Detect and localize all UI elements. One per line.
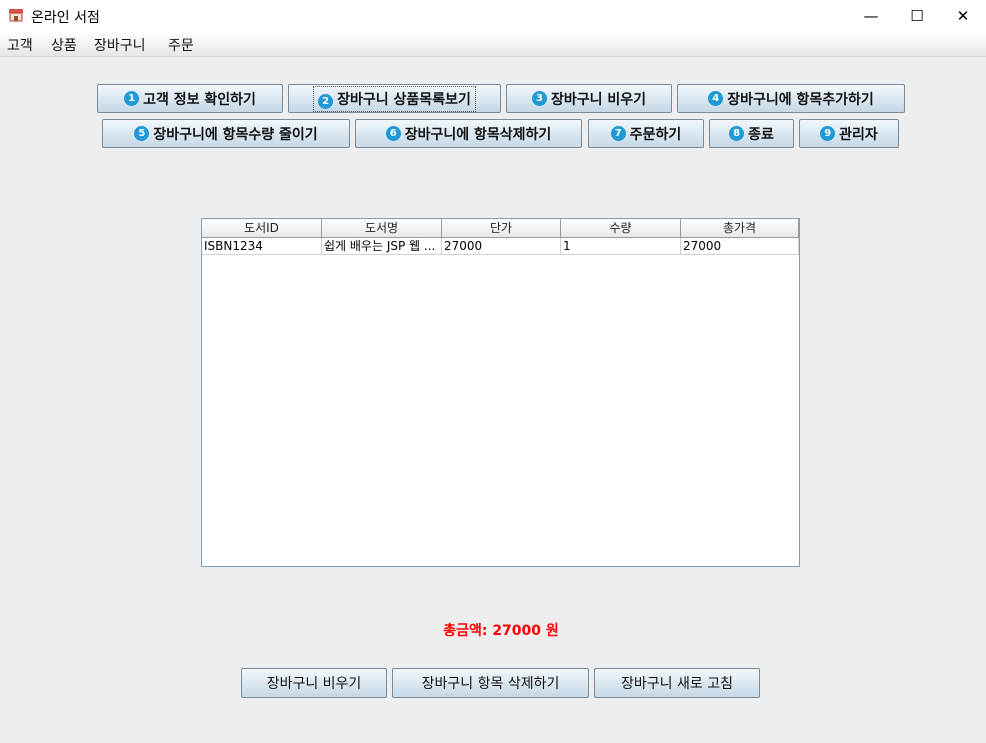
cell-total-price[interactable]: 27000 <box>681 238 799 255</box>
table-row[interactable]: ISBN1234 쉽게 배우는 JSP 웹 ... 27000 1 27000 <box>202 238 799 255</box>
number-4-icon: 4 <box>708 91 724 106</box>
menu-product[interactable]: 상품 <box>51 35 77 55</box>
number-5-icon: 5 <box>134 126 150 141</box>
number-2-icon: 2 <box>318 93 334 109</box>
cart-add-item-button[interactable]: 4 장바구니에 항목추가하기 <box>677 84 905 113</box>
button-label: 관리자 <box>839 126 878 143</box>
button-label: 종료 <box>748 126 774 143</box>
button-label: 고객 정보 확인하기 <box>143 91 256 108</box>
menu-order[interactable]: 주문 <box>168 35 194 55</box>
cart-table[interactable]: 도서ID 도서명 단가 수량 총가격 ISBN1234 쉽게 배우는 JSP 웹… <box>201 218 800 567</box>
button-label: 장바구니 비우기 <box>550 91 647 108</box>
column-header-unit-price[interactable]: 단가 <box>442 219 561 238</box>
exit-button[interactable]: 8 종료 <box>709 119 794 148</box>
delete-cart-item-button[interactable]: 장바구니 항목 삭제하기 <box>392 668 589 698</box>
column-header-book-name[interactable]: 도서명 <box>322 219 442 238</box>
cart-clear-button[interactable]: 3 장바구니 비우기 <box>506 84 672 113</box>
menu-bar: 고객 상품 장바구니 주문 <box>0 32 986 57</box>
cell-book-name[interactable]: 쉽게 배우는 JSP 웹 ... <box>322 238 442 255</box>
cart-remove-item-button[interactable]: 6 장바구니에 항목삭제하기 <box>355 119 582 148</box>
admin-button[interactable]: 9 관리자 <box>799 119 899 148</box>
minimize-button[interactable]: — <box>848 0 894 32</box>
clear-cart-button[interactable]: 장바구니 비우기 <box>241 668 387 698</box>
cart-reduce-quantity-button[interactable]: 5 장바구니에 항목수량 줄이기 <box>102 119 350 148</box>
button-label: 장바구니에 항목삭제하기 <box>404 126 552 143</box>
total-amount: 총금액: 27000 원 <box>443 623 559 639</box>
maximize-button[interactable]: ☐ <box>894 0 940 32</box>
button-focus: 2 장바구니 상품목록보기 <box>313 85 476 112</box>
column-header-quantity[interactable]: 수량 <box>561 219 681 238</box>
number-7-icon: 7 <box>610 126 626 141</box>
number-1-icon: 1 <box>124 91 140 106</box>
number-8-icon: 8 <box>729 126 745 141</box>
column-header-total-price[interactable]: 총가격 <box>681 219 799 238</box>
refresh-cart-button[interactable]: 장바구니 새로 고침 <box>594 668 760 698</box>
column-header-book-id[interactable]: 도서ID <box>202 219 322 238</box>
close-button[interactable]: ✕ <box>940 0 986 32</box>
table-header: 도서ID 도서명 단가 수량 총가격 <box>202 219 799 238</box>
button-label: 장바구니 상품목록보기 <box>337 91 471 108</box>
cell-quantity[interactable]: 1 <box>561 238 681 255</box>
customer-info-button[interactable]: 1 고객 정보 확인하기 <box>97 84 283 113</box>
button-label: 장바구니에 항목수량 줄이기 <box>153 126 318 143</box>
button-label: 주문하기 <box>629 126 682 143</box>
title-bar: 온라인 서점 — ☐ ✕ <box>0 0 986 32</box>
menu-customer[interactable]: 고객 <box>7 35 33 55</box>
app-icon <box>9 9 23 22</box>
number-9-icon: 9 <box>820 126 836 141</box>
number-3-icon: 3 <box>531 91 547 106</box>
cell-book-id[interactable]: ISBN1234 <box>202 238 322 255</box>
cart-list-button[interactable]: 2 장바구니 상품목록보기 <box>288 84 501 113</box>
order-button[interactable]: 7 주문하기 <box>588 119 704 148</box>
window-title: 온라인 서점 <box>31 10 100 26</box>
menu-cart[interactable]: 장바구니 <box>94 35 146 55</box>
button-label: 장바구니에 항목추가하기 <box>727 91 874 108</box>
number-6-icon: 6 <box>385 126 401 141</box>
cell-unit-price[interactable]: 27000 <box>442 238 561 255</box>
